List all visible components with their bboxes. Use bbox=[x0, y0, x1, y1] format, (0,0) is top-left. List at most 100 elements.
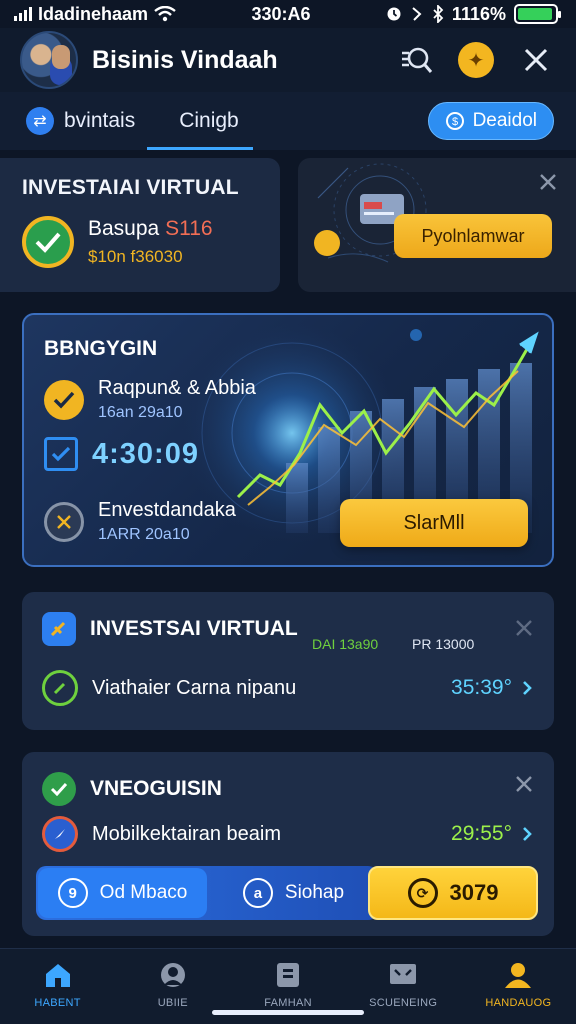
avatar[interactable] bbox=[20, 31, 78, 89]
hero-row-3: Envestdandaka 1ARR 20a10 bbox=[44, 499, 236, 544]
close-button[interactable] bbox=[514, 618, 534, 643]
dollar-circle-icon: $ bbox=[445, 112, 464, 130]
balance-sub: $10n f36030 bbox=[88, 247, 183, 266]
hero-row-1-sub: 16an 29a10 bbox=[98, 404, 183, 421]
person-icon bbox=[505, 963, 532, 988]
document-icon bbox=[277, 963, 299, 987]
close-button[interactable] bbox=[514, 774, 534, 799]
list-item: Viathaier Carna nipanu bbox=[42, 670, 296, 706]
status-left: Idadinehaam bbox=[14, 4, 176, 25]
tab-bar: ⇄ bvintais Cinigb $ Deaidol bbox=[0, 92, 576, 150]
battery-icon bbox=[513, 4, 561, 24]
nav-label: UBIIE bbox=[157, 997, 188, 1009]
balance-block: Basupa S116 $10n f36030 bbox=[88, 217, 213, 267]
segment-right[interactable]: a Siohap bbox=[209, 866, 378, 920]
meta-green: DAI 13a90 bbox=[312, 636, 379, 652]
home-indicator[interactable] bbox=[212, 1010, 364, 1015]
close-icon bbox=[540, 174, 556, 190]
tab-bvintais[interactable]: ⇄ bvintais bbox=[22, 92, 139, 150]
balance-label: Basupa bbox=[88, 217, 160, 240]
close-promo-button[interactable] bbox=[538, 172, 558, 197]
segment-left[interactable]: 9 Od Mbaco bbox=[38, 868, 207, 918]
virtual-invest-list-card[interactable]: INVESTSAI VIRTUAL DAI 13a90 PR 13000 Via… bbox=[22, 592, 554, 730]
list-item-text: Viathaier Carna nipanu bbox=[92, 676, 297, 699]
checkbox-icon bbox=[44, 437, 78, 471]
wifi-icon bbox=[154, 6, 176, 22]
carrier-label: Idadinehaam bbox=[38, 3, 149, 24]
list-item-text: Mobilkektairan beaim bbox=[92, 822, 281, 845]
chevron-right-icon bbox=[523, 681, 532, 695]
hero-row-1-text: Raqpun& & Abbia 16an 29a10 bbox=[98, 377, 256, 422]
coins-button[interactable]: ✦ bbox=[456, 40, 496, 80]
exchange-icon: ⇄ bbox=[26, 107, 54, 135]
vneoguisin-card: VNEOGUISIN Mobilkektairan beaim 29:55° 9… bbox=[22, 752, 554, 936]
virtual-invest-card[interactable]: INVESTAIAI VIRTUAL Basupa S116 $10n f360… bbox=[0, 158, 280, 292]
analytics-icon bbox=[402, 47, 433, 73]
battery-percent: 1116% bbox=[451, 3, 506, 24]
page-title: Bisinis Vindaah bbox=[92, 45, 278, 74]
score-value: 3079 bbox=[449, 880, 499, 905]
screen-icon bbox=[390, 964, 417, 984]
app-header: Bisinis Vindaah ✦ bbox=[0, 28, 576, 92]
hero-row-3-sub: 1ARR 20a10 bbox=[98, 526, 190, 543]
close-icon bbox=[516, 776, 532, 792]
nav-label: HANDAUOG bbox=[485, 997, 552, 1009]
card-title-row: INVESTSAI VIRTUAL bbox=[42, 612, 298, 646]
meta-white: PR 13000 bbox=[412, 636, 475, 652]
ticket-icon bbox=[42, 612, 76, 646]
hero-card: BBNGYGIN Raqpun& & Abbia 16an 29a10 4:30… bbox=[22, 313, 554, 567]
chevron-right-icon bbox=[523, 827, 532, 841]
tab-cinigb[interactable]: Cinigb bbox=[147, 92, 253, 150]
list-item: Mobilkektairan beaim bbox=[42, 816, 281, 852]
status-bar: Idadinehaam 330:A6 1116% bbox=[0, 0, 576, 28]
nav-label: FAMHAN bbox=[264, 997, 312, 1009]
gauge-icon bbox=[42, 670, 78, 706]
vibrate-icon bbox=[412, 7, 422, 21]
hero-row-3-text: Envestdandaka 1ARR 20a10 bbox=[98, 499, 236, 544]
promo-card: Pyolnlamwar bbox=[298, 158, 576, 292]
hero-row-1-main: Raqpun& & Abbia bbox=[98, 377, 256, 399]
signal-icon bbox=[14, 7, 32, 21]
compass-icon bbox=[42, 816, 78, 852]
nav-item-home[interactable]: HABENT bbox=[0, 949, 115, 1024]
segment-right-label: Siohap bbox=[284, 882, 345, 903]
svg-text:$: $ bbox=[452, 116, 458, 128]
analytics-button[interactable] bbox=[396, 40, 436, 80]
score-button[interactable]: ⟳ 3079 bbox=[368, 866, 538, 920]
close-button[interactable] bbox=[516, 40, 556, 80]
list-item-value-row[interactable]: 35:39° bbox=[451, 676, 532, 700]
balance-row: Basupa S116 $10n f36030 bbox=[22, 216, 280, 268]
hero-row-3-main: Envestdandaka bbox=[98, 499, 236, 521]
refresh-coin-icon: ⟳ bbox=[407, 878, 438, 908]
deposit-button[interactable]: $ Deaidol bbox=[427, 102, 554, 140]
hero-row-1: Raqpun& & Abbia 16an 29a10 bbox=[44, 377, 256, 422]
promo-button[interactable]: Pyolnlamwar bbox=[394, 214, 552, 258]
battery-level bbox=[517, 8, 553, 20]
coin-icon: ✦ bbox=[458, 42, 494, 78]
coin-icon bbox=[314, 230, 340, 256]
balance-line: Basupa S116 bbox=[88, 217, 213, 241]
card-title: INVESTSAI VIRTUAL bbox=[90, 617, 298, 640]
hero-row-2: 4:30:09 bbox=[44, 437, 199, 471]
chip-icon bbox=[44, 501, 84, 542]
countdown-timer: 4:30:09 bbox=[92, 437, 199, 470]
balance-value: S116 bbox=[165, 217, 213, 240]
segment-left-icon: 9 bbox=[57, 878, 88, 908]
nav-label: SCUENEING bbox=[369, 997, 438, 1009]
nav-item-account[interactable]: HANDAUOG bbox=[461, 949, 576, 1024]
list-item-value: 29:55° bbox=[451, 822, 512, 845]
segment-left-label: Od Mbaco bbox=[99, 882, 188, 903]
check-icon bbox=[22, 216, 74, 268]
list-item-value-row[interactable]: 29:55° bbox=[451, 822, 532, 846]
list-item-value: 35:39° bbox=[451, 676, 512, 699]
check-badge-icon bbox=[44, 379, 84, 420]
close-icon bbox=[524, 48, 548, 72]
segment-right-icon: a bbox=[242, 878, 273, 908]
start-button[interactable]: SlarMll bbox=[340, 499, 528, 547]
card-title: VNEOGUISIN bbox=[90, 777, 222, 800]
clock: 330:A6 bbox=[251, 3, 311, 24]
nav-label: HABENT bbox=[34, 997, 81, 1009]
hero-title: BBNGYGIN bbox=[44, 337, 158, 360]
segmented-control: 9 Od Mbaco a Siohap bbox=[36, 866, 378, 920]
card-title: INVESTAIAI VIRTUAL bbox=[22, 176, 239, 199]
